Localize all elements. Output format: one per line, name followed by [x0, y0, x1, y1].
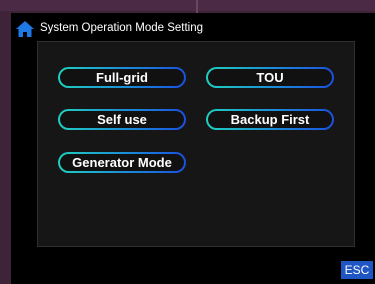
page-title: System Operation Mode Setting	[40, 22, 203, 34]
header: System Operation Mode Setting	[11, 13, 211, 43]
device-screen: System Operation Mode Setting Full-grid …	[11, 13, 375, 284]
top-strip	[0, 0, 375, 11]
generator-mode-button[interactable]: Generator Mode	[58, 152, 186, 173]
self-use-button[interactable]: Self use	[58, 109, 186, 130]
full-grid-button[interactable]: Full-grid	[58, 67, 186, 88]
backup-first-button[interactable]: Backup First	[206, 109, 334, 130]
tou-button[interactable]: TOU	[206, 67, 334, 88]
home-icon[interactable]	[16, 21, 34, 37]
esc-button[interactable]: ESC	[341, 261, 373, 279]
